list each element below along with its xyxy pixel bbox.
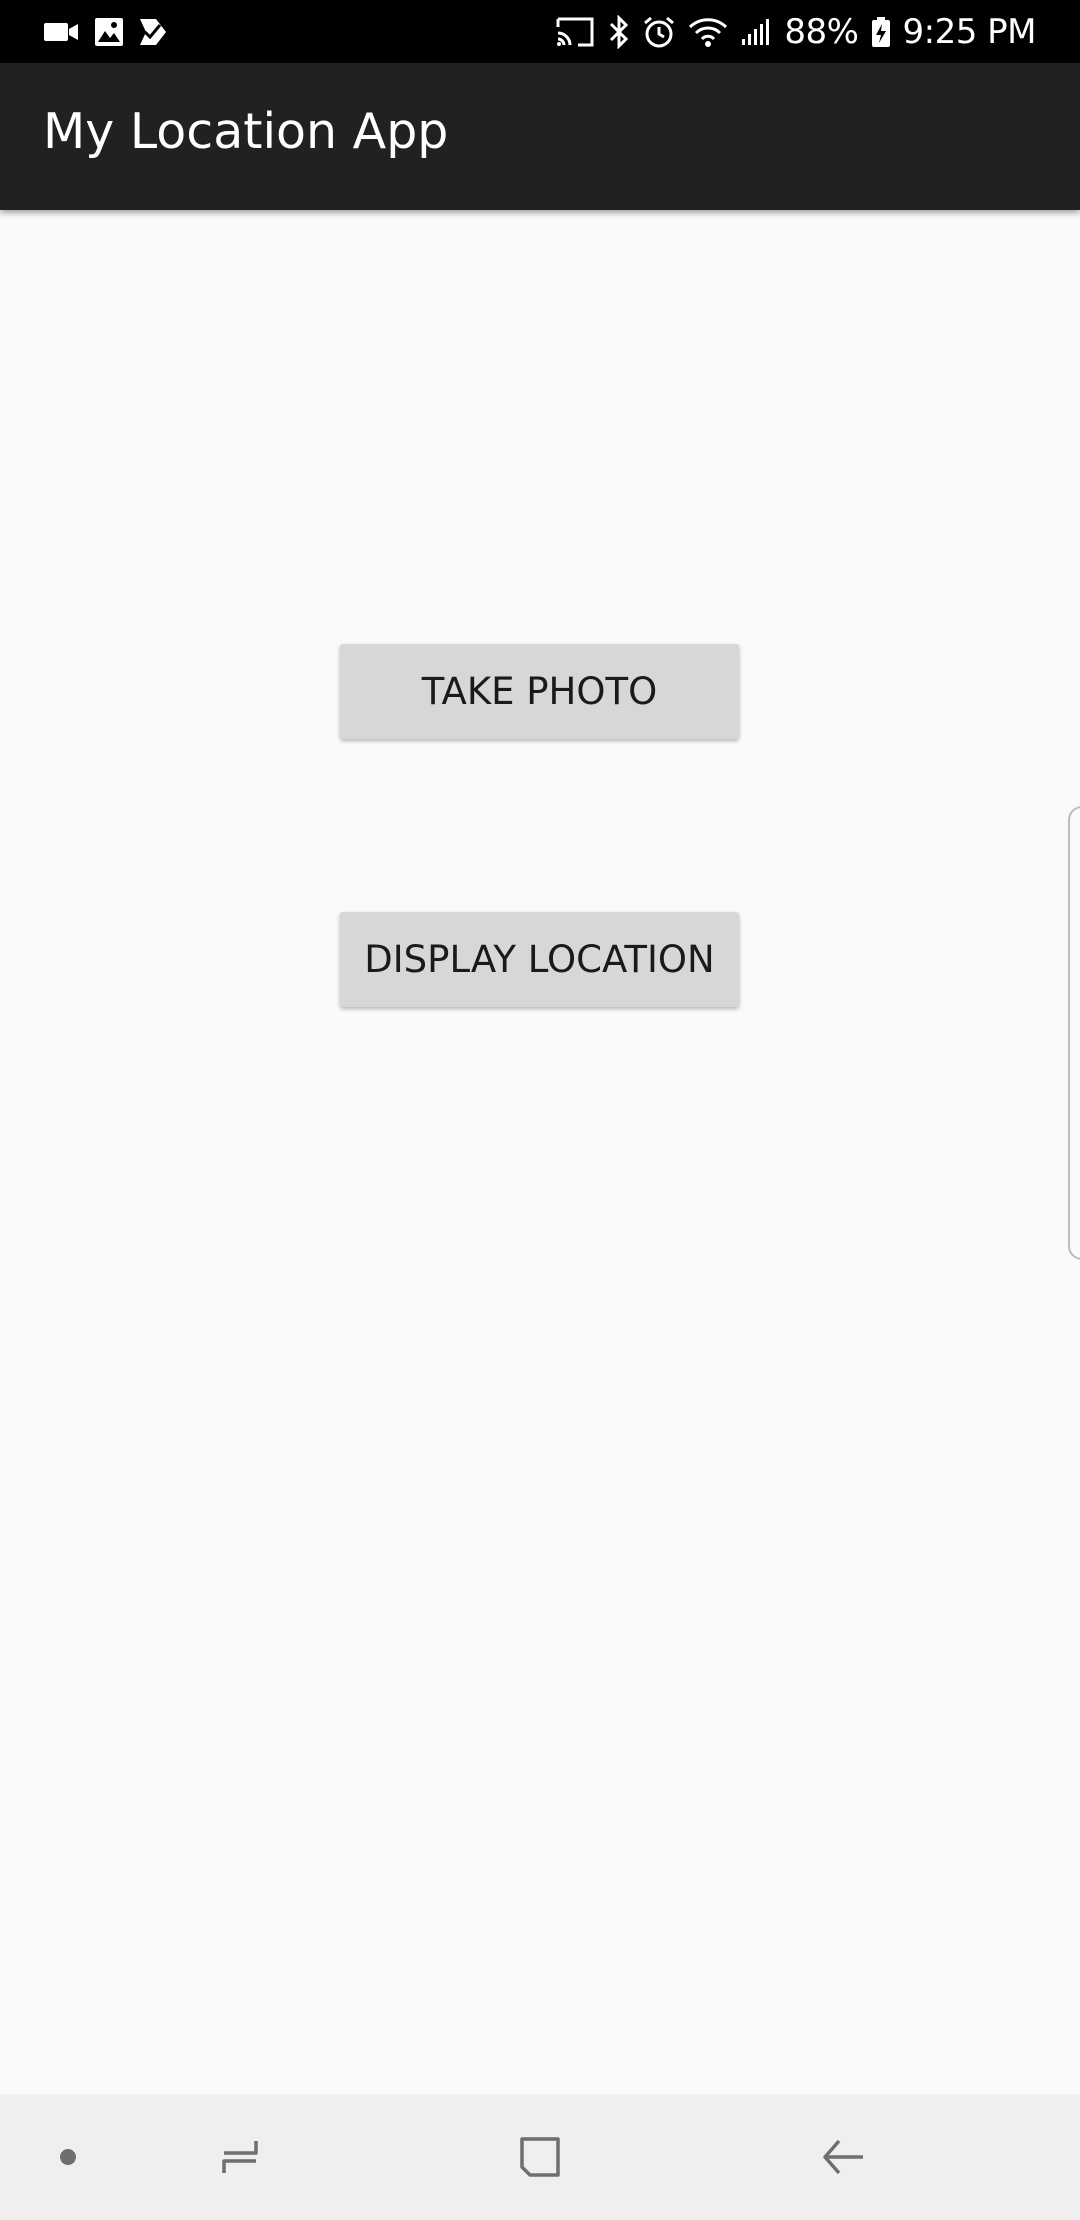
cast-icon bbox=[554, 0, 596, 63]
clock: 9:25 PM bbox=[902, 11, 1037, 52]
navigation-bar bbox=[0, 2094, 1080, 2220]
take-photo-button[interactable]: TAKE PHOTO bbox=[340, 644, 739, 739]
back-arrow-icon[interactable] bbox=[805, 2094, 880, 2220]
video-camera-icon bbox=[44, 0, 80, 63]
app-title: My Location App bbox=[43, 103, 449, 160]
app-bar: My Location App bbox=[0, 63, 1080, 210]
status-bar-notifications bbox=[44, 0, 182, 63]
display-location-button[interactable]: DISPLAY LOCATION bbox=[340, 912, 739, 1007]
battery-percent: 88% bbox=[784, 11, 859, 52]
edge-panel-handle[interactable] bbox=[1068, 806, 1080, 1260]
recent-apps-icon[interactable] bbox=[205, 2094, 275, 2220]
status-bar: 88% 9:25 PM bbox=[0, 0, 1080, 63]
dot-icon[interactable] bbox=[48, 2094, 88, 2220]
alarm-icon bbox=[642, 0, 676, 63]
cellular-signal-icon bbox=[740, 0, 772, 63]
battery-charging-icon bbox=[871, 0, 891, 63]
check-clipboard-icon bbox=[138, 0, 168, 63]
wifi-icon bbox=[688, 0, 728, 63]
bluetooth-icon bbox=[608, 0, 630, 63]
home-icon[interactable] bbox=[505, 2094, 575, 2220]
status-bar-system: 88% 9:25 PM bbox=[542, 0, 1036, 63]
image-icon bbox=[94, 0, 124, 63]
